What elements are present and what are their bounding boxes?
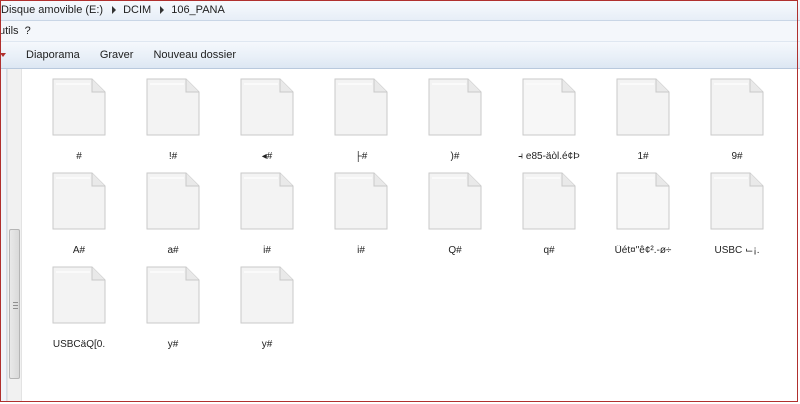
file-item[interactable]: y# <box>220 262 314 356</box>
file-name: i# <box>263 245 271 256</box>
file-name: a# <box>167 245 179 256</box>
file-name: Üét¤"ê¢².-ø÷ <box>614 245 672 256</box>
burn-button[interactable]: Graver <box>100 46 134 64</box>
address-bar[interactable]: Disque amovible (E:) DCIM 106_PANA <box>0 0 800 21</box>
file-name: )# <box>450 151 460 162</box>
file-item[interactable]: !# <box>126 74 220 168</box>
file-name: !# <box>168 151 178 162</box>
new-folder-button[interactable]: Nouveau dossier <box>153 46 236 64</box>
file-name: ◂# <box>261 151 273 162</box>
vertical-scrollbar[interactable] <box>7 69 22 402</box>
file-item[interactable]: A# <box>32 168 126 262</box>
file-name: USBCäQ[0. <box>52 339 106 350</box>
command-toolbar: Diaporama Graver Nouveau dossier <box>0 42 800 69</box>
file-item[interactable]: i# <box>314 168 408 262</box>
file-item[interactable]: a# <box>126 168 220 262</box>
file-item[interactable]: USBC ⌙¡. <box>690 168 784 262</box>
file-name: ├# <box>354 151 368 162</box>
chevron-down-icon[interactable] <box>0 42 6 68</box>
file-grid: # !# ◂# ├#)# ⫞ e85-äòl.é¢Þ 1# 9# A# a# … <box>32 74 800 402</box>
file-name: A# <box>72 245 86 256</box>
file-name: i# <box>357 245 365 256</box>
file-name: 9# <box>731 151 743 162</box>
file-item[interactable]: i# <box>220 168 314 262</box>
slideshow-button[interactable]: Diaporama <box>26 46 80 64</box>
file-name: # <box>76 151 82 162</box>
navigation-pane-edge <box>0 69 7 402</box>
menu-bar: utils ? <box>0 21 800 42</box>
file-item[interactable]: ◂# <box>220 74 314 168</box>
file-item[interactable]: )# <box>408 74 502 168</box>
breadcrumb-drive[interactable]: Disque amovible (E:) <box>0 0 109 20</box>
breadcrumb-current-folder[interactable]: 106_PANA <box>167 0 231 20</box>
file-name: USBC ⌙¡. <box>714 245 760 256</box>
file-item[interactable]: USBCäQ[0. <box>32 262 126 356</box>
file-item[interactable]: ├# <box>314 74 408 168</box>
scroll-thumb[interactable] <box>9 229 20 379</box>
breadcrumb-label: DCIM <box>123 4 152 16</box>
file-name: ⫞ e85-äòl.é¢Þ <box>518 151 580 162</box>
menu-tools[interactable]: utils <box>0 25 25 37</box>
breadcrumb-label: Disque amovible (E:) <box>1 4 104 16</box>
file-item[interactable]: Üét¤"ê¢².-ø÷ <box>596 168 690 262</box>
menu-help[interactable]: ? <box>25 25 37 37</box>
file-item[interactable]: 1# <box>596 74 690 168</box>
file-item[interactable]: q# <box>502 168 596 262</box>
chevron-right-icon[interactable] <box>157 0 167 20</box>
file-name: y# <box>261 339 273 350</box>
file-name: Q# <box>448 245 462 256</box>
file-item[interactable]: # <box>32 74 126 168</box>
file-item[interactable]: ⫞ e85-äòl.é¢Þ <box>502 74 596 168</box>
breadcrumb-dcim[interactable]: DCIM <box>119 0 157 20</box>
file-name: q# <box>543 245 555 256</box>
file-name: y# <box>167 339 179 350</box>
chevron-right-icon[interactable] <box>109 0 119 20</box>
file-item[interactable]: 9# <box>690 74 784 168</box>
breadcrumb-label: 106_PANA <box>171 4 225 16</box>
file-name: 1# <box>637 151 649 162</box>
file-item[interactable]: y# <box>126 262 220 356</box>
file-item[interactable]: Q# <box>408 168 502 262</box>
grip-icon <box>13 302 18 311</box>
